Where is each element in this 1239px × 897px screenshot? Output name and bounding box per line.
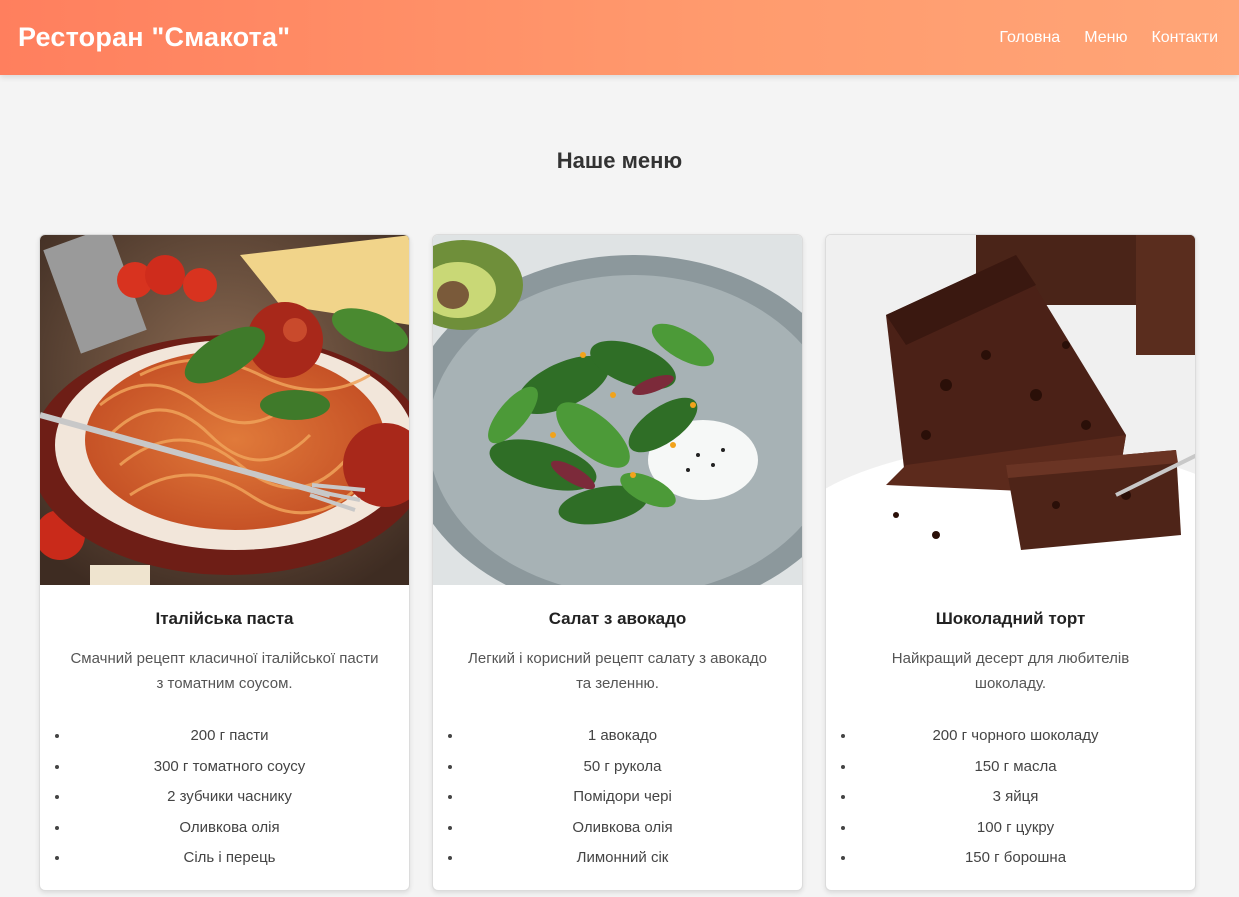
- dish-title: Салат з авокадо: [548, 609, 687, 628]
- dish-card-salad: Салат з авокадо Легкий і корисний рецепт…: [432, 234, 803, 891]
- main-nav: Головна Меню Контакти: [999, 29, 1218, 47]
- ingredients-list: 200 г чорного шоколаду 150 г масла 3 яйц…: [826, 721, 1195, 874]
- ingredient-item: 2 зубчики часнику: [70, 782, 389, 813]
- dish-description: Легкий і корисний рецепт салату з авокад…: [468, 650, 767, 692]
- ingredient-item: 1 авокадо: [463, 721, 782, 752]
- dish-title: Італійська паста: [155, 609, 294, 628]
- ingredients-list: 1 авокадо 50 г рукола Помідори чері Олив…: [433, 721, 802, 874]
- ingredient-item: 100 г цукру: [856, 813, 1175, 844]
- ingredient-item: Оливкова олія: [463, 813, 782, 844]
- ingredient-item: Сіль і перець: [70, 843, 389, 874]
- dish-title: Шоколадний торт: [935, 609, 1086, 628]
- site-header: Ресторан "Смакота" Головна Меню Контакти: [0, 0, 1239, 75]
- ingredient-item: 200 г пасти: [70, 721, 389, 752]
- nav-link-home[interactable]: Головна: [999, 29, 1060, 47]
- dish-card-pasta: Італійська паста Смачний рецепт класично…: [39, 234, 410, 891]
- salad-image: [433, 235, 802, 585]
- site-brand[interactable]: Ресторан "Смакота": [18, 22, 290, 53]
- ingredient-item: 150 г масла: [856, 752, 1175, 783]
- section-title: Наше меню: [556, 148, 683, 173]
- nav-link-menu[interactable]: Меню: [1084, 29, 1127, 47]
- ingredient-item: 50 г рукола: [463, 752, 782, 783]
- ingredient-item: 150 г борошна: [856, 843, 1175, 874]
- dish-description: Найкращий десерт для любителів шоколаду.: [891, 650, 1130, 692]
- ingredient-item: Оливкова олія: [70, 813, 389, 844]
- pasta-image: [40, 235, 409, 585]
- ingredient-item: 200 г чорного шоколаду: [856, 721, 1175, 752]
- dish-card-cake: Шоколадний торт Найкращий десерт для люб…: [825, 234, 1196, 891]
- cake-image: [826, 235, 1195, 585]
- ingredients-list: 200 г пасти 300 г томатного соусу 2 зубч…: [40, 721, 409, 874]
- ingredient-item: 300 г томатного соусу: [70, 752, 389, 783]
- dish-description: Смачний рецепт класичної італійської пас…: [70, 650, 379, 692]
- ingredient-item: Лимонний сік: [463, 843, 782, 874]
- menu-cards: Італійська паста Смачний рецепт класично…: [39, 234, 1196, 891]
- ingredient-item: 3 яйця: [856, 782, 1175, 813]
- nav-link-contacts[interactable]: Контакти: [1151, 29, 1218, 47]
- ingredient-item: Помідори чері: [463, 782, 782, 813]
